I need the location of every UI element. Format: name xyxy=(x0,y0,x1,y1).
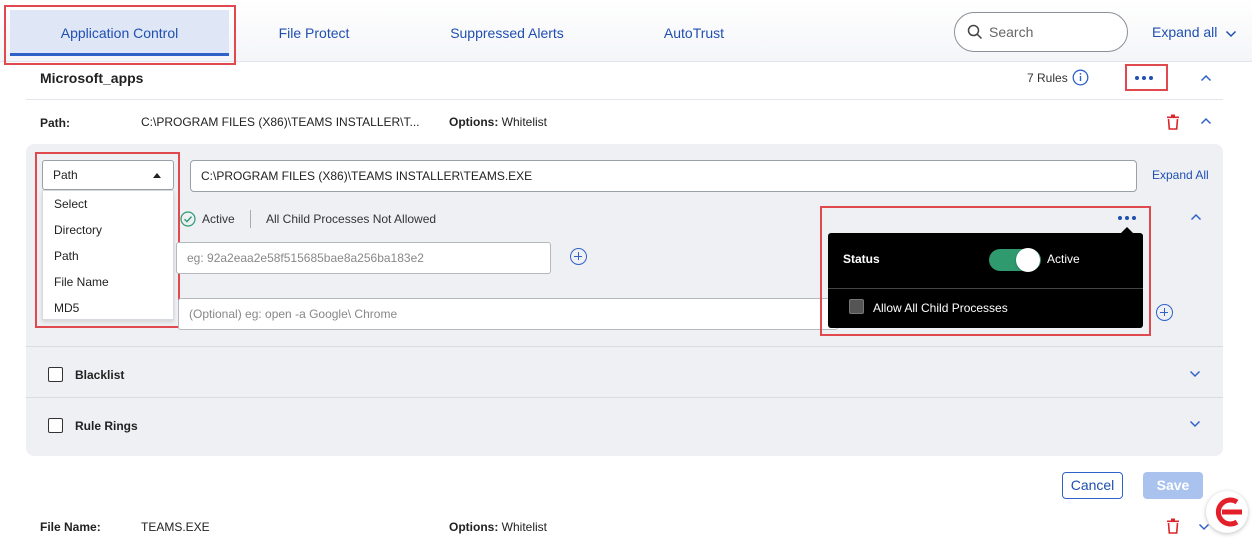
rule-path-label: Path: xyxy=(40,116,70,130)
toggle-knob xyxy=(1016,248,1040,272)
divider xyxy=(26,99,1223,100)
add-circle-icon[interactable] xyxy=(570,248,587,265)
rule-rings-checkbox[interactable] xyxy=(48,418,63,433)
chevron-up-icon[interactable] xyxy=(1200,74,1212,82)
brand-logo-graphic xyxy=(1215,497,1242,527)
rule-path-value: C:\PROGRAM FILES (X86)\TEAMS INSTALLER\T… xyxy=(141,115,420,129)
tab-application-control[interactable]: Application Control xyxy=(10,10,229,56)
expand-all-rule-link[interactable]: Expand All xyxy=(1152,168,1209,182)
chevron-down-icon[interactable] xyxy=(1189,420,1201,428)
trash-icon[interactable] xyxy=(1166,114,1180,130)
child-process-text: All Child Processes Not Allowed xyxy=(266,212,437,226)
tab-autotrust[interactable]: AutoTrust xyxy=(644,10,744,56)
rule-rings-label: Rule Rings xyxy=(75,419,138,433)
add-circle-icon[interactable] xyxy=(1156,304,1173,321)
dropdown-option-select[interactable]: Select xyxy=(54,197,87,211)
divider xyxy=(828,288,1143,289)
path-input[interactable]: C:\PROGRAM FILES (X86)\TEAMS INSTALLER\T… xyxy=(190,160,1137,192)
status-more-options-icon[interactable] xyxy=(1118,216,1136,220)
group-more-options-icon[interactable] xyxy=(1135,76,1153,80)
popover-status-value: Active xyxy=(1047,252,1080,266)
dropdown-option-file-name[interactable]: File Name xyxy=(54,275,109,289)
caret-up-icon xyxy=(153,173,161,178)
status-text: Active xyxy=(202,212,235,226)
trash-icon[interactable] xyxy=(1166,518,1180,534)
hash-input[interactable] xyxy=(176,242,551,274)
popover-notch xyxy=(1121,227,1133,233)
search-box[interactable] xyxy=(954,12,1128,52)
dropdown-option-md5[interactable]: MD5 xyxy=(54,301,79,315)
tab-file-protect[interactable]: File Protect xyxy=(254,10,374,56)
tab-suppressed-alerts[interactable]: Suppressed Alerts xyxy=(430,10,584,56)
rule-type-selected: Path xyxy=(53,168,78,182)
check-circle-icon xyxy=(180,211,196,227)
allow-child-processes-label: Allow All Child Processes xyxy=(873,301,1008,315)
chevron-down-icon xyxy=(1226,30,1237,38)
chevron-up-icon[interactable] xyxy=(1190,213,1202,221)
popover-status-label: Status xyxy=(843,252,880,266)
divider xyxy=(250,210,251,228)
divider xyxy=(26,397,1223,398)
expand-all-link[interactable]: Expand all xyxy=(1152,24,1237,40)
info-icon[interactable] xyxy=(1072,69,1089,86)
arguments-input[interactable] xyxy=(178,298,838,330)
expand-all-label[interactable]: Expand all xyxy=(1152,24,1217,40)
rule-options-label: Options: xyxy=(449,115,499,129)
rule-options: Options: Whitelist xyxy=(449,520,547,534)
rule-file-name-value: TEAMS.EXE xyxy=(141,520,210,534)
status-toggle[interactable] xyxy=(989,248,1041,272)
search-input[interactable] xyxy=(989,13,1119,51)
rule-type-select[interactable]: Path xyxy=(42,160,174,190)
rule-options-value: Whitelist xyxy=(501,520,548,534)
save-button[interactable]: Save xyxy=(1143,472,1203,499)
allow-child-processes-checkbox[interactable] xyxy=(849,299,864,314)
rule-options-label: Options: xyxy=(449,520,499,534)
dropdown-option-directory[interactable]: Directory xyxy=(54,223,102,237)
rules-count: 7 Rules xyxy=(1027,71,1068,85)
chevron-up-icon[interactable] xyxy=(1200,117,1212,125)
divider xyxy=(26,346,1223,347)
brand-logo-icon[interactable] xyxy=(1206,491,1248,533)
status-popover: Status Active Allow All Child Processes xyxy=(828,227,1143,328)
cancel-button[interactable]: Cancel xyxy=(1062,472,1123,499)
blacklist-checkbox[interactable] xyxy=(48,367,63,382)
rule-file-name-label: File Name: xyxy=(40,520,101,534)
search-icon xyxy=(967,24,983,40)
chevron-down-icon[interactable] xyxy=(1189,370,1201,378)
tab-bar: Application Control File Protect Suppres… xyxy=(0,0,1252,62)
blacklist-label: Blacklist xyxy=(75,368,125,382)
rule-options: Options: Whitelist xyxy=(449,115,547,129)
dropdown-option-path[interactable]: Path xyxy=(54,249,79,263)
rule-options-value: Whitelist xyxy=(501,115,548,129)
rule-type-dropdown: Select Directory Path File Name MD5 xyxy=(42,190,174,320)
group-title: Microsoft_apps xyxy=(40,70,144,86)
